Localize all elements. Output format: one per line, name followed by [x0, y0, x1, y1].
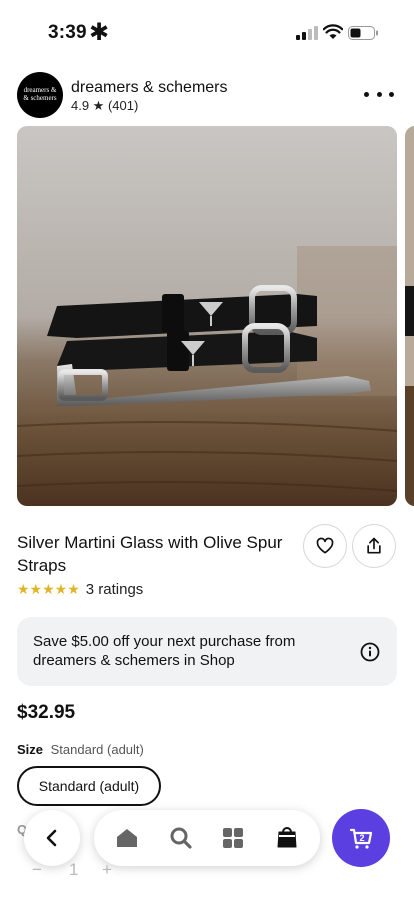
quantity-value: 1	[69, 860, 79, 879]
next-photo	[405, 126, 414, 506]
promo-text: Save $5.00 off your next purchase from d…	[33, 633, 296, 669]
more-icon-dot	[376, 91, 382, 97]
status-bar: 3:39 ✱	[0, 0, 414, 62]
status-time: 3:39	[48, 22, 87, 43]
status-extra-icon: ✱	[89, 19, 110, 46]
cart-icon: 2	[349, 828, 373, 849]
back-button[interactable]	[24, 810, 80, 866]
next-product-image[interactable]	[405, 126, 414, 506]
shop-header: dreamers & & schemers dreamers & schemer…	[0, 70, 414, 120]
info-icon[interactable]	[360, 642, 380, 662]
chevron-left-icon	[46, 829, 57, 847]
signal-icon	[296, 26, 318, 40]
size-option-standard[interactable]: Standard (adult)	[17, 766, 161, 806]
more-button[interactable]	[364, 84, 394, 104]
shop-logo[interactable]: dreamers & & schemers	[17, 72, 63, 118]
logo-line-2: & schemers	[23, 94, 57, 102]
promo-banner: Save $5.00 off your next purchase from d…	[17, 617, 397, 686]
share-button[interactable]	[352, 524, 396, 568]
size-label: Size	[17, 742, 44, 757]
image-carousel[interactable]	[0, 126, 414, 508]
product-image[interactable]	[17, 126, 397, 506]
cart-count: 2	[359, 833, 364, 843]
size-row: Size Standard (adult)	[17, 742, 144, 757]
favorite-button[interactable]	[303, 524, 347, 568]
home-icon[interactable]	[115, 826, 139, 850]
size-selected-value: Standard (adult)	[50, 742, 144, 757]
shop-name[interactable]: dreamers & schemers	[71, 79, 228, 97]
wifi-icon	[323, 24, 343, 39]
battery-icon	[348, 26, 378, 40]
rating-stars: ★★★★★	[17, 581, 80, 597]
search-icon[interactable]	[169, 826, 193, 850]
product-photo	[17, 126, 397, 506]
rating-row[interactable]: ★★★★★ 3 ratings	[17, 581, 143, 598]
shop-rating: 4.9 ★ (401)	[71, 98, 139, 113]
price: $32.95	[17, 702, 76, 723]
grid-icon[interactable]	[221, 826, 245, 850]
share-icon	[367, 537, 381, 554]
heart-icon	[316, 537, 334, 554]
more-icon-dot	[364, 91, 369, 97]
product-title: Silver Martini Glass with Olive Spur Str…	[17, 533, 283, 575]
cart-button[interactable]: 2	[332, 809, 390, 867]
bottom-nav	[94, 810, 320, 866]
shop-bag-icon[interactable]	[275, 826, 299, 850]
logo-line-1: dreamers &	[23, 86, 57, 94]
ratings-count: 3 ratings	[85, 581, 144, 598]
more-icon-dot	[389, 91, 394, 97]
